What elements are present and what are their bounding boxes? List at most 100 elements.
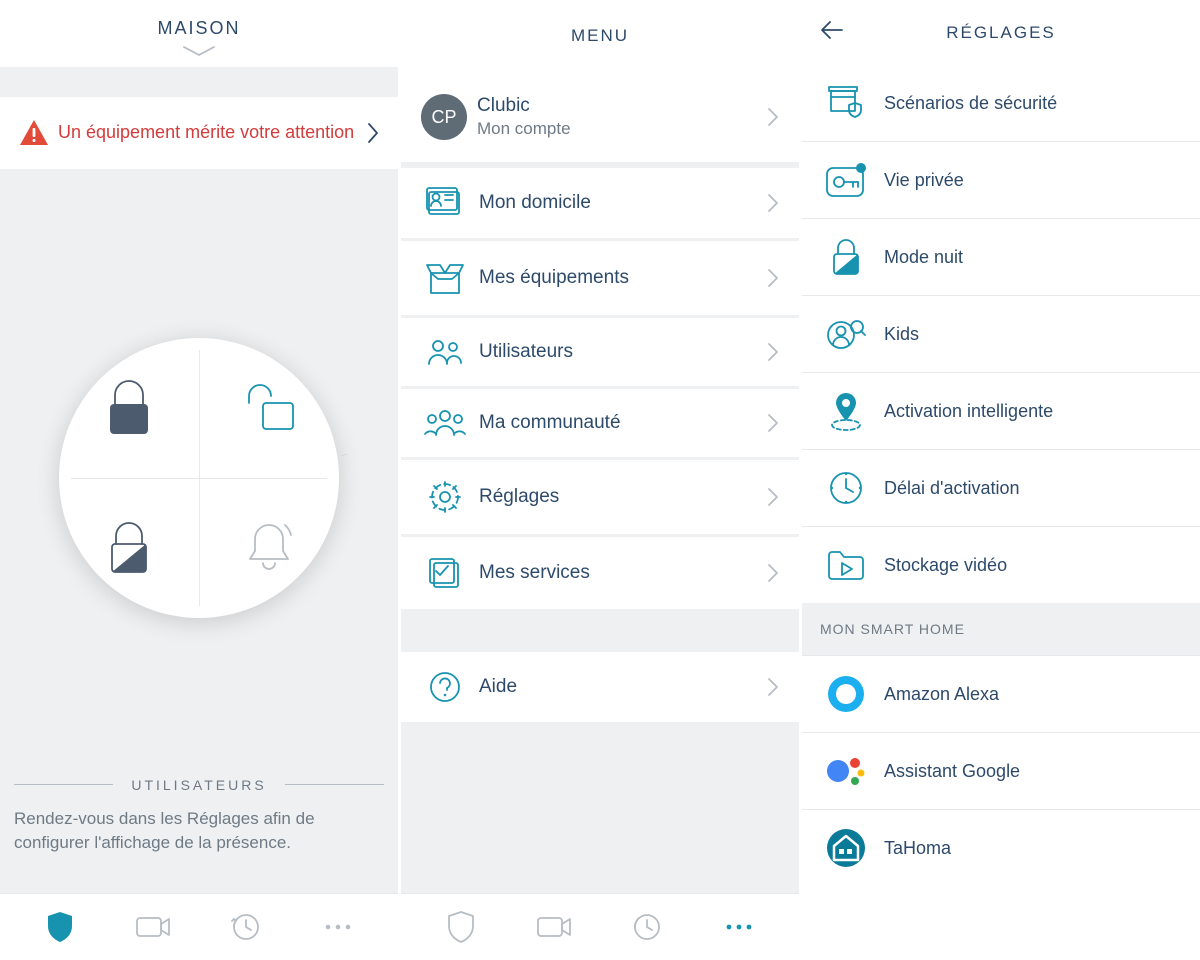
menu-item-equipment[interactable]: Mes équipements — [401, 241, 799, 315]
kids-icon — [825, 315, 867, 353]
back-button[interactable] — [820, 20, 844, 45]
settings-smart-activation[interactable]: Activation intelligente — [802, 372, 1200, 449]
dial-partial[interactable] — [59, 478, 199, 618]
community-icon — [423, 407, 467, 439]
bottom-tab-bar — [401, 894, 799, 960]
menu-label: Réglages — [479, 486, 767, 508]
chevron-right-icon — [767, 413, 779, 433]
shield-icon — [45, 910, 75, 944]
video-storage-icon — [825, 547, 867, 583]
alert-text: Un équipement mérite votre attention — [50, 121, 366, 144]
settings-google-assistant[interactable]: Assistant Google — [802, 732, 1200, 809]
header: RÉGLAGES — [802, 0, 1200, 65]
tahoma-icon — [825, 827, 867, 869]
chevron-right-icon — [767, 342, 779, 362]
settings-label: Vie privée — [870, 170, 1180, 191]
arrow-left-icon — [820, 20, 844, 40]
checklist-icon — [426, 555, 464, 591]
users-icon — [425, 336, 465, 368]
smart-activation-icon — [828, 389, 864, 433]
tab-history[interactable] — [223, 905, 267, 949]
settings-label: Mode nuit — [870, 247, 1180, 268]
section-smart-home: MON SMART HOME — [802, 603, 1200, 655]
privacy-icon — [824, 160, 868, 200]
settings-label: TaHoma — [870, 838, 1180, 859]
help-icon — [428, 670, 462, 704]
settings-tahoma[interactable]: TaHoma — [802, 809, 1200, 886]
header-title: MENU — [401, 0, 799, 72]
menu-item-services[interactable]: Mes services — [401, 537, 799, 609]
settings-security-scenarios[interactable]: Scénarios de sécurité — [802, 65, 1200, 141]
chevron-right-icon — [366, 121, 380, 145]
google-assistant-icon — [825, 751, 867, 791]
history-icon — [229, 911, 261, 943]
chevron-right-icon — [767, 268, 779, 288]
screen-reglages: RÉGLAGES Scénarios de sécurité Vie privé… — [799, 0, 1200, 960]
menu-item-community[interactable]: Ma communauté — [401, 389, 799, 457]
profile-name: Clubic — [477, 95, 767, 117]
tab-camera[interactable] — [131, 905, 175, 949]
night-mode-icon — [829, 236, 863, 278]
security-dial — [0, 169, 398, 777]
chevron-right-icon — [767, 193, 779, 213]
settings-label: Amazon Alexa — [870, 684, 1180, 705]
dial-alarm[interactable] — [199, 478, 339, 618]
settings-activation-delay[interactable]: Délai d'activation — [802, 449, 1200, 526]
settings-label: Assistant Google — [870, 761, 1180, 782]
menu-item-help[interactable]: Aide — [401, 652, 799, 722]
screen-maison: MAISON Un équipement mérite votre attent… — [0, 0, 398, 960]
settings-video-storage[interactable]: Stockage vidéo — [802, 526, 1200, 603]
settings-label: Scénarios de sécurité — [870, 93, 1180, 114]
camera-icon — [536, 914, 572, 940]
tab-security[interactable] — [439, 905, 483, 949]
chevron-down-icon — [178, 45, 220, 59]
partial-lock-icon — [104, 519, 154, 577]
chevron-right-icon — [767, 487, 779, 507]
avatar: CP — [421, 94, 467, 140]
header: MAISON — [0, 0, 398, 67]
menu-item-home[interactable]: Mon domicile — [401, 168, 799, 238]
menu-label: Mes équipements — [479, 267, 767, 289]
settings-alexa[interactable]: Amazon Alexa — [802, 655, 1200, 732]
settings-label: Activation intelligente — [870, 401, 1180, 422]
menu-label: Mes services — [479, 562, 767, 584]
settings-privacy[interactable]: Vie privée — [802, 141, 1200, 218]
locked-icon — [102, 377, 156, 439]
settings-label: Délai d'activation — [870, 478, 1180, 499]
delay-icon — [827, 469, 865, 507]
users-hint: Rendez-vous dans les Réglages afin de co… — [0, 793, 398, 880]
security-scenario-icon — [825, 83, 867, 123]
more-icon — [724, 922, 754, 932]
camera-icon — [135, 914, 171, 940]
menu-item-settings[interactable]: Réglages — [401, 460, 799, 534]
box-icon — [425, 259, 465, 297]
menu-label: Ma communauté — [479, 412, 767, 434]
alert-banner[interactable]: Un équipement mérite votre attention — [0, 97, 398, 169]
settings-kids[interactable]: Kids — [802, 295, 1200, 372]
tab-security[interactable] — [38, 905, 82, 949]
tab-history[interactable] — [624, 905, 668, 949]
menu-label: Aide — [479, 676, 767, 698]
menu-item-users[interactable]: Utilisateurs — [401, 318, 799, 386]
menu-label: Utilisateurs — [479, 341, 767, 363]
dial-locked[interactable] — [59, 338, 199, 478]
history-icon — [630, 911, 662, 943]
tab-more[interactable] — [316, 905, 360, 949]
dial-unlocked[interactable] — [199, 338, 339, 478]
screen-menu: MENU CP Clubic Mon compte Mon domicile M… — [398, 0, 799, 960]
bell-icon — [243, 519, 295, 577]
settings-label: Kids — [870, 324, 1180, 345]
users-heading: UTILISATEURS — [131, 777, 266, 793]
menu-label: Mon domicile — [479, 192, 767, 214]
shield-icon — [446, 910, 476, 944]
tab-camera[interactable] — [532, 905, 576, 949]
unlocked-icon — [239, 381, 299, 435]
chevron-right-icon — [767, 107, 779, 127]
menu-profile[interactable]: CP Clubic Mon compte — [401, 72, 799, 162]
profile-subtitle: Mon compte — [477, 119, 767, 139]
settings-night-mode[interactable]: Mode nuit — [802, 218, 1200, 295]
header-title: RÉGLAGES — [844, 23, 1158, 43]
header-title[interactable]: MAISON — [157, 18, 240, 39]
tab-more[interactable] — [717, 905, 761, 949]
chevron-right-icon — [767, 677, 779, 697]
